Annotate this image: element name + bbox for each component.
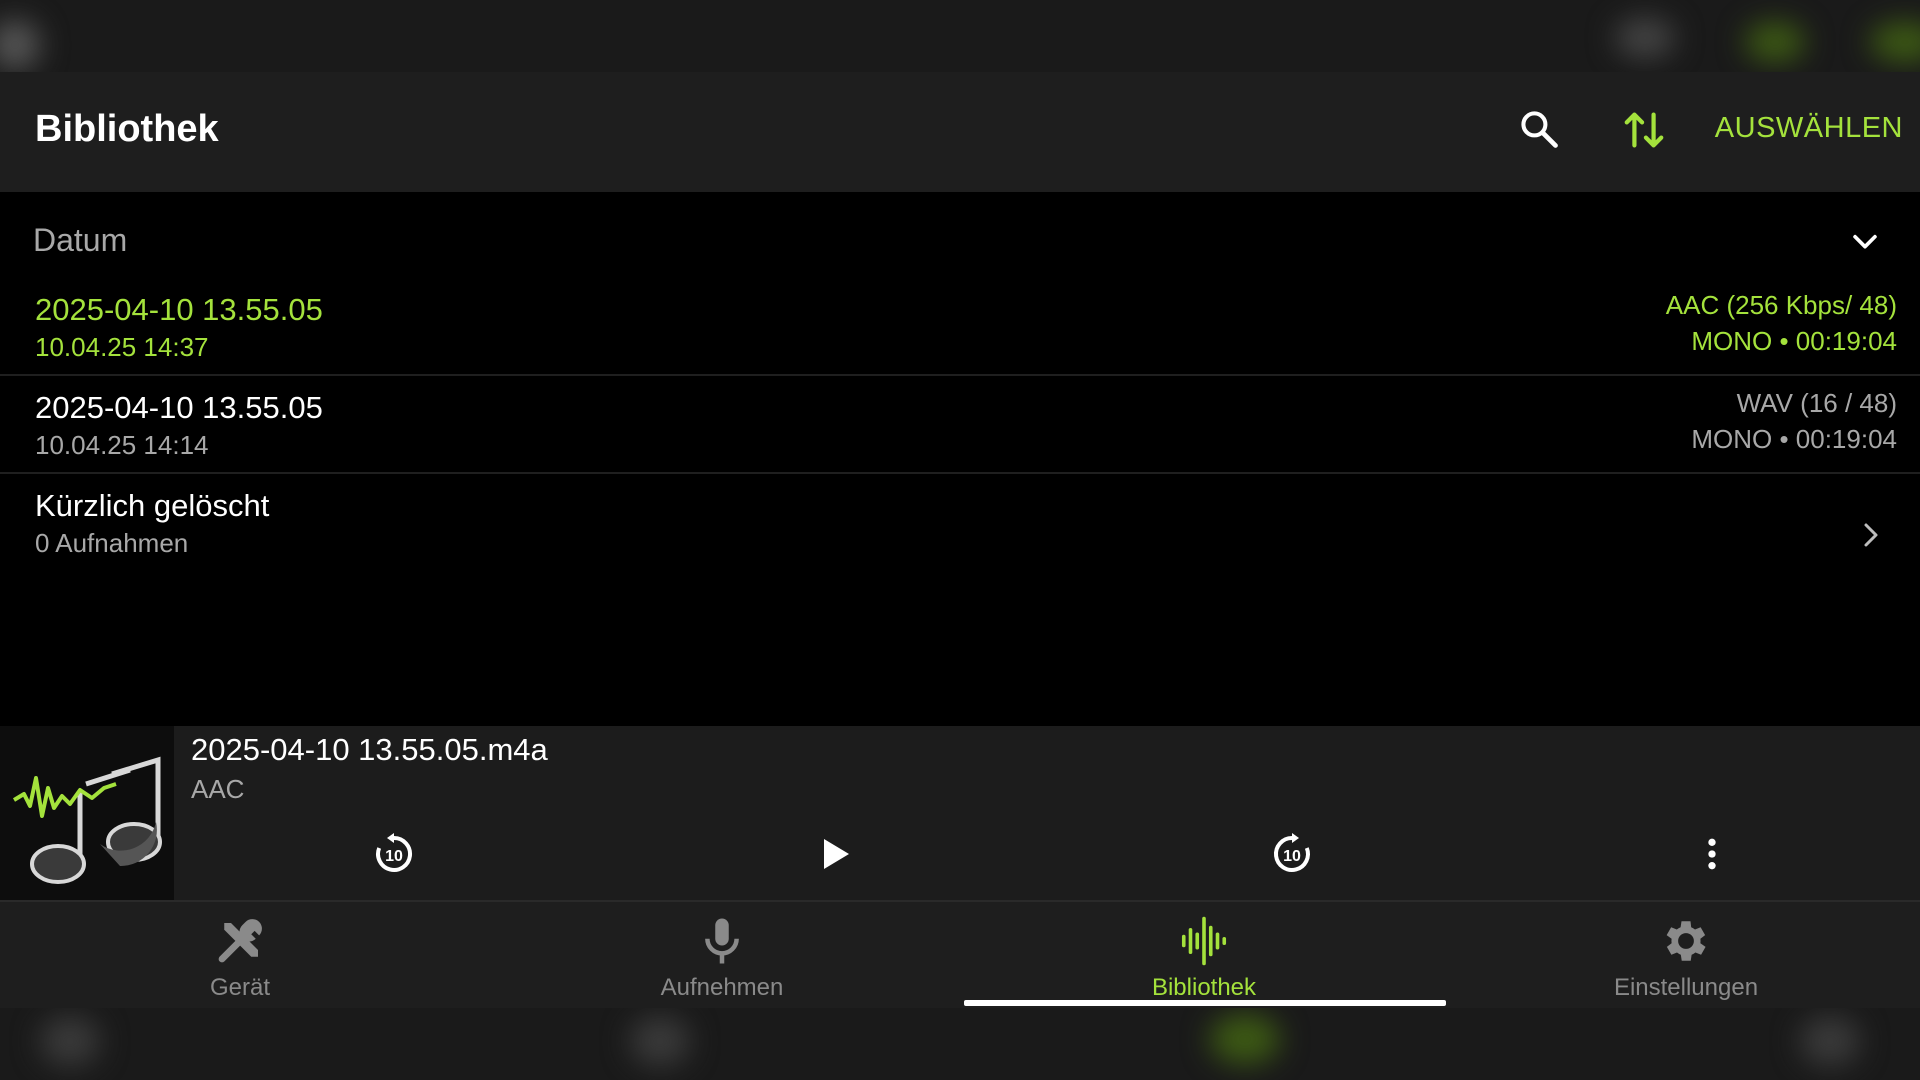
recording-row[interactable]: 2025-04-10 13.55.05 10.04.25 14:14 WAV (… xyxy=(0,376,1920,474)
recently-deleted-count: 0 Aufnahmen xyxy=(35,528,189,558)
recording-meta: MONO • 00:19:04 xyxy=(1691,326,1897,356)
active-tab-indicator xyxy=(964,1000,1446,1006)
track-codec: AAC xyxy=(191,774,245,804)
chevron-down-icon[interactable] xyxy=(1848,224,1882,258)
track-title: 2025-04-10 13.55.05.m4a xyxy=(191,732,548,767)
music-note-waveform-icon xyxy=(12,756,162,884)
gear-icon xyxy=(1666,921,1706,961)
waveform-icon xyxy=(1181,916,1227,966)
tab-geraet[interactable]: Gerät xyxy=(0,902,480,1010)
bottom-system-strip xyxy=(0,1008,1920,1080)
more-options-button[interactable] xyxy=(1684,826,1740,882)
search-button[interactable] xyxy=(1512,102,1566,156)
select-button[interactable]: AUSWÄHLEN xyxy=(1715,112,1903,145)
recording-format: AAC (256 Kbps/ 48) xyxy=(1665,290,1897,320)
tab-bibliothek[interactable]: Bibliothek xyxy=(964,902,1446,1010)
sort-button[interactable] xyxy=(1616,102,1672,158)
forward-10-icon: 10 xyxy=(1273,833,1310,872)
rewind-10-label: 10 xyxy=(385,848,403,865)
play-button[interactable] xyxy=(806,826,862,882)
search-icon xyxy=(1521,111,1558,148)
mini-player[interactable]: 2025-04-10 13.55.05.m4a AAC 10 10 xyxy=(0,726,1920,900)
recording-date: 10.04.25 14:14 xyxy=(35,430,209,460)
recording-row[interactable]: 2025-04-10 13.55.05 10.04.25 14:37 AAC (… xyxy=(0,278,1920,376)
page-title: Bibliothek xyxy=(35,108,219,150)
bottom-navigation: Gerät Aufnehmen Bibliothek Einstellungen xyxy=(0,900,1920,1008)
sort-arrows-icon xyxy=(1624,112,1664,148)
tools-icon xyxy=(218,919,262,963)
group-label: Datum xyxy=(33,222,128,258)
tab-einstellungen[interactable]: Einstellungen xyxy=(1446,902,1920,1010)
more-vertical-icon xyxy=(1708,838,1716,870)
recording-name: 2025-04-10 13.55.05 xyxy=(35,292,323,327)
recording-name: 2025-04-10 13.55.05 xyxy=(35,390,323,425)
forward-10-button[interactable]: 10 xyxy=(1264,826,1320,882)
cover-art xyxy=(0,726,174,900)
recently-deleted-row[interactable]: Kürzlich gelöscht 0 Aufnahmen xyxy=(0,474,1920,572)
date-group-header[interactable]: Datum xyxy=(0,204,1920,274)
recently-deleted-title: Kürzlich gelöscht xyxy=(35,488,270,523)
microphone-icon xyxy=(705,918,739,964)
tab-label: Bibliothek xyxy=(1151,974,1257,1001)
recording-meta: MONO • 00:19:04 xyxy=(1691,424,1897,454)
play-icon xyxy=(824,839,849,869)
recording-format: WAV (16 / 48) xyxy=(1736,388,1897,418)
tab-label: Aufnehmen xyxy=(660,974,784,1001)
app-bar: Bibliothek AUSWÄHLEN xyxy=(0,72,1920,192)
tab-label: Gerät xyxy=(209,974,271,1001)
tab-aufnehmen[interactable]: Aufnehmen xyxy=(482,902,962,1010)
top-status-strip xyxy=(0,0,1920,72)
chevron-right-icon xyxy=(1864,523,1878,547)
rewind-10-button[interactable]: 10 xyxy=(366,826,422,882)
forward-10-label: 10 xyxy=(1283,848,1301,865)
recording-date: 10.04.25 14:37 xyxy=(35,332,209,362)
rewind-10-icon: 10 xyxy=(376,833,413,872)
tab-label: Einstellungen xyxy=(1613,974,1759,1001)
